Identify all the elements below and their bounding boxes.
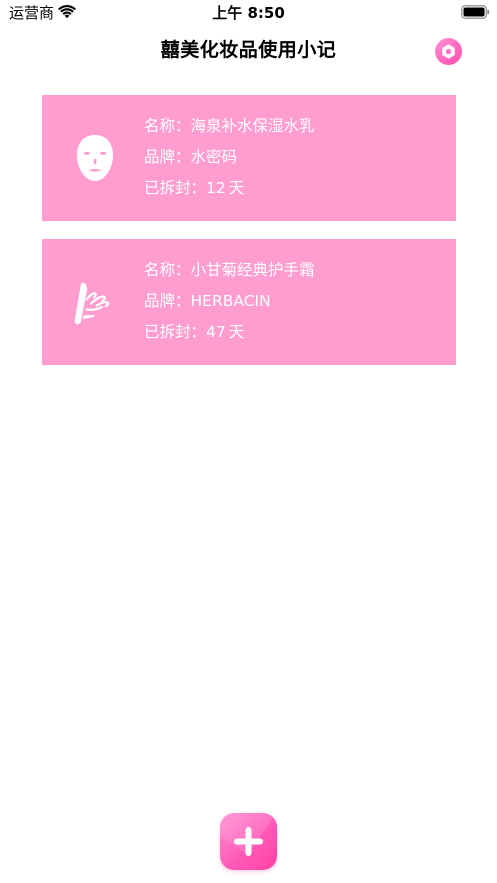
product-name: 海泉补水保湿水乳 — [190, 117, 315, 135]
product-opened-row: 已拆封：12 天 — [144, 175, 315, 206]
days-unit: 天 — [228, 323, 245, 341]
product-opened-row: 已拆封：47 天 — [144, 319, 315, 350]
plus-icon — [234, 827, 263, 856]
product-card[interactable]: 名称：海泉补水保湿水乳 品牌：水密码 已拆封：12 天 — [42, 95, 456, 221]
product-info: 名称：海泉补水保湿水乳 品牌：水密码 已拆封：12 天 — [144, 113, 315, 206]
days-unit: 天 — [228, 179, 245, 197]
add-product-button[interactable] — [220, 813, 277, 870]
status-bar: 运营商 上午 8:50 — [0, 0, 497, 26]
opened-days: 47 — [206, 323, 226, 341]
product-name: 小甘菊经典护手霜 — [190, 261, 315, 279]
product-brand: HERBACIN — [190, 292, 271, 310]
navigation-bar: 囍美化妆品使用小记 — [0, 26, 497, 76]
brand-label: 品牌： — [144, 148, 191, 166]
opened-days: 12 — [206, 179, 226, 197]
product-brand-row: 品牌：HERBACIN — [144, 288, 315, 319]
name-label: 名称： — [144, 261, 191, 279]
product-list: 名称：海泉补水保湿水乳 品牌：水密码 已拆封：12 天 名称：小甘菊经典护手霜 品… — [42, 95, 456, 383]
opened-label: 已拆封： — [144, 323, 207, 341]
product-name-row: 名称：海泉补水保湿水乳 — [144, 113, 315, 144]
product-card[interactable]: 名称：小甘菊经典护手霜 品牌：HERBACIN 已拆封：47 天 — [42, 239, 456, 365]
brand-label: 品牌： — [144, 292, 191, 310]
settings-button[interactable] — [435, 38, 462, 65]
battery-icon — [461, 5, 490, 19]
product-brand-row: 品牌：水密码 — [144, 144, 315, 175]
face-mask-icon — [77, 135, 113, 181]
product-brand: 水密码 — [190, 148, 238, 166]
name-label: 名称： — [144, 117, 191, 135]
status-time: 上午 8:50 — [212, 4, 285, 22]
hexagon-gear-icon — [435, 38, 462, 65]
hand-cream-icon — [74, 282, 110, 325]
page-title: 囍美化妆品使用小记 — [160, 39, 337, 61]
opened-label: 已拆封： — [144, 179, 207, 197]
product-info: 名称：小甘菊经典护手霜 品牌：HERBACIN 已拆封：47 天 — [144, 257, 315, 350]
product-name-row: 名称：小甘菊经典护手霜 — [144, 257, 315, 288]
